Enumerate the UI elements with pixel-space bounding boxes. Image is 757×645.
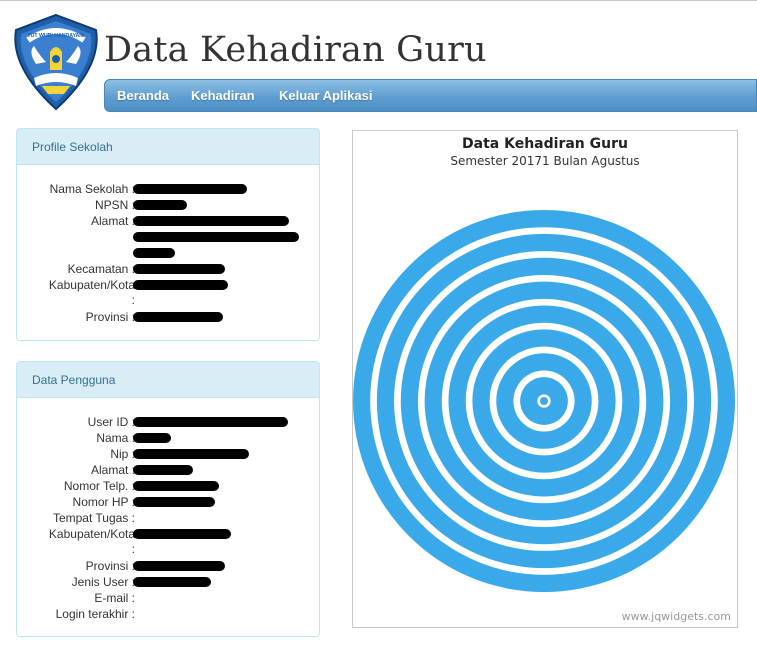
field-label: Kabupaten/Kota (48, 278, 135, 292)
field-label: Nip : (110, 447, 135, 461)
chart-canvas (353, 210, 735, 592)
redacted-value (133, 200, 187, 210)
field-label: : (131, 293, 135, 307)
field-label: Nomor Telp. : (63, 479, 135, 493)
field-label: Login terakhir : (55, 607, 135, 621)
redacted-value (133, 465, 193, 475)
chart-title: Data Kehadiran Guru (462, 136, 628, 152)
field-label: Nama : (96, 431, 135, 445)
field-label: Provinsi : (85, 559, 135, 573)
field-label: E-mail : (94, 591, 135, 605)
top-border (0, 0, 757, 1)
nav-item-beranda[interactable]: Beranda (117, 88, 169, 103)
field-label: NPSN : (94, 198, 135, 212)
field-label: Kecamatan : (67, 262, 135, 276)
redacted-value (133, 481, 219, 491)
chart-watermark[interactable]: www.jqwidgets.com (622, 610, 731, 623)
nav-item-keluar-aplikasi[interactable]: Keluar Aplikasi (279, 88, 372, 103)
attendance-chart: Data Kehadiran Guru Semester 20171 Bulan… (352, 130, 738, 628)
field-label: Kabupaten/Kota (48, 527, 135, 541)
field-label: User ID : (87, 415, 135, 429)
data-pengguna-panel: Data Pengguna User ID : Nama : Nip : Ala… (16, 361, 320, 637)
field-label: Nama Sekolah : (49, 182, 135, 196)
redacted-value (133, 417, 288, 427)
redacted-value (133, 216, 289, 226)
field-label: Alamat : (90, 463, 135, 477)
redacted-value (133, 561, 225, 571)
field-label: Tempat Tugas : (52, 511, 135, 525)
nav-item-kehadiran[interactable]: Kehadiran (191, 88, 255, 103)
data-pengguna-title: Data Pengguna (17, 362, 319, 398)
profile-sekolah-panel: Profile Sekolah Nama Sekolah : NPSN : Al… (16, 128, 320, 341)
redacted-value (133, 577, 211, 587)
field-label: Alamat : (90, 214, 135, 228)
redacted-value (133, 232, 299, 242)
field-label: Nomor HP : (72, 495, 135, 509)
redacted-value (133, 312, 223, 322)
redacted-value (133, 248, 175, 258)
redacted-value (133, 280, 228, 290)
redacted-value (133, 497, 215, 507)
tut-wuri-handayani-logo: TUT WURI HANDAYANI (14, 13, 98, 111)
main-navbar: Beranda Kehadiran Keluar Aplikasi (104, 79, 757, 112)
field-label: : (131, 542, 135, 556)
chart-subtitle: Semester 20171 Bulan Agustus (450, 154, 640, 168)
redacted-value (133, 449, 249, 459)
redacted-value (133, 433, 171, 443)
profile-sekolah-title: Profile Sekolah (17, 129, 319, 165)
redacted-value (133, 264, 225, 274)
chart-center-dot (540, 397, 548, 405)
logo-motto-text: TUT WURI HANDAYANI (28, 33, 86, 39)
page-title: Data Kehadiran Guru (104, 30, 487, 70)
redacted-value (133, 529, 231, 539)
redacted-value (133, 184, 247, 194)
field-label: Jenis User : (71, 575, 135, 589)
field-label: Provinsi : (85, 310, 135, 324)
